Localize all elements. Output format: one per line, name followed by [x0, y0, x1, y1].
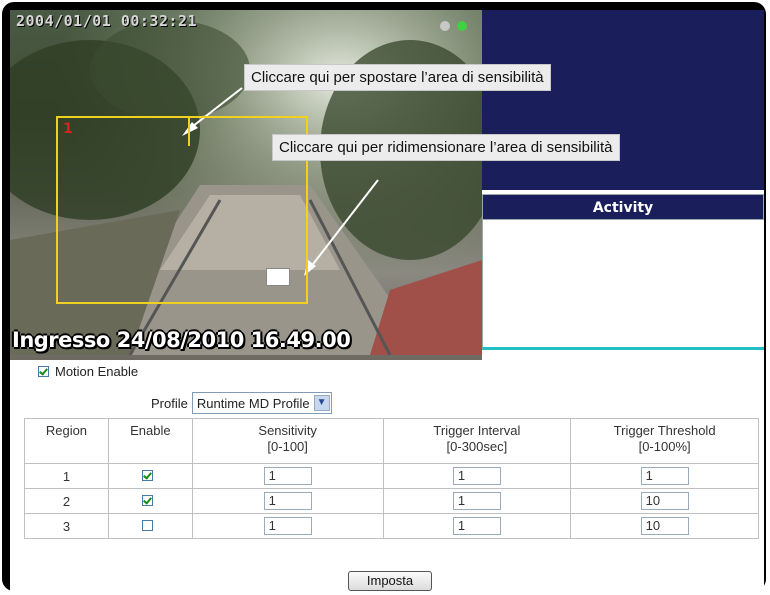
- callout-move-area: Cliccare qui per spostare l’area di sens…: [244, 64, 551, 91]
- header-sensitivity-range: [0-100]: [267, 439, 308, 454]
- status-led-gray-icon: [440, 21, 450, 31]
- table-row: 2 1 1 10: [24, 488, 759, 514]
- sensitivity-cell: 1: [191, 463, 384, 489]
- camera-timestamp: 2004/01/01 00:32:21: [16, 12, 198, 30]
- header-threshold-label: Trigger Threshold: [613, 423, 716, 438]
- trigger-threshold-input[interactable]: 1: [640, 467, 689, 485]
- status-led-green-icon: [457, 21, 468, 31]
- status-leds: [438, 16, 468, 35]
- apply-button[interactable]: Imposta: [348, 571, 432, 591]
- sensitivity-input[interactable]: 1: [263, 517, 312, 535]
- header-interval-label: Trigger Interval: [433, 423, 521, 438]
- main-panel: 2004/01/01 00:32:21 1 Ingresso 24/08/201…: [10, 10, 764, 591]
- trigger-threshold-input[interactable]: 10: [640, 517, 689, 535]
- camera-view[interactable]: 2004/01/01 00:32:21 1 Ingresso 24/08/201…: [10, 10, 482, 360]
- profile-select[interactable]: Runtime MD Profile ▼: [191, 392, 332, 414]
- trigger-interval-input[interactable]: 1: [452, 467, 501, 485]
- window-frame: 2004/01/01 00:32:21 1 Ingresso 24/08/201…: [2, 2, 766, 591]
- camera-caption: Ingresso 24/08/2010 16.49.00: [12, 328, 351, 352]
- header-sensitivity-label: Sensitivity: [258, 423, 317, 438]
- table-row: 3 1 1 10: [24, 513, 759, 539]
- header-threshold-range: [0-100%]: [638, 439, 691, 454]
- threshold-cell: 10: [570, 513, 759, 539]
- header-trigger-interval: Trigger Interval [0-300sec]: [382, 418, 572, 464]
- region-number: 1: [63, 121, 73, 137]
- region-cell: 3: [24, 513, 109, 539]
- motion-enable-row: Motion Enable: [38, 364, 138, 379]
- threshold-cell: 1: [570, 463, 759, 489]
- motion-enable-label: Motion Enable: [55, 364, 139, 379]
- callout-resize-area: Cliccare qui per ridimensionare l’area d…: [272, 134, 620, 161]
- header-trigger-threshold: Trigger Threshold [0-100%]: [570, 418, 759, 464]
- motion-enable-checkbox[interactable]: [38, 366, 49, 377]
- chevron-down-icon[interactable]: ▼: [313, 395, 330, 411]
- header-region: Region: [24, 418, 109, 464]
- region-settings-table: Region Enable Sensitivity [0-100] Trigger…: [24, 418, 759, 539]
- header-sensitivity: Sensitivity [0-100]: [191, 418, 384, 464]
- interval-cell: 1: [382, 463, 572, 489]
- profile-row: Profile Runtime MD Profile ▼: [151, 392, 332, 414]
- activity-header: Activity: [482, 194, 764, 220]
- trigger-interval-input[interactable]: 1: [452, 492, 501, 510]
- side-panel-top: [482, 10, 764, 190]
- table-header-row: Region Enable Sensitivity [0-100] Trigger…: [24, 418, 759, 464]
- region-enable-checkbox[interactable]: [141, 494, 153, 506]
- table-row: 1 1 1 1: [24, 463, 759, 489]
- threshold-cell: 10: [570, 488, 759, 514]
- sensitivity-cell: 1: [191, 513, 384, 539]
- profile-select-value: Runtime MD Profile: [196, 395, 310, 411]
- enable-cell: [107, 513, 193, 539]
- region-cell: 2: [24, 488, 109, 514]
- header-enable: Enable: [107, 418, 193, 464]
- header-interval-range: [0-300sec]: [446, 439, 508, 454]
- sensitivity-input[interactable]: 1: [263, 467, 312, 485]
- trigger-interval-input[interactable]: 1: [452, 517, 501, 535]
- region-enable-checkbox[interactable]: [141, 469, 153, 481]
- enable-cell: [107, 463, 193, 489]
- enable-cell: [107, 488, 193, 514]
- interval-cell: 1: [382, 513, 572, 539]
- region-enable-checkbox[interactable]: [141, 519, 153, 531]
- interval-cell: 1: [382, 488, 572, 514]
- region-cell: 1: [24, 463, 109, 489]
- region-resize-handle[interactable]: [266, 268, 290, 286]
- trigger-threshold-input[interactable]: 10: [640, 492, 689, 510]
- sensitivity-cell: 1: [191, 488, 384, 514]
- profile-label: Profile: [151, 395, 188, 411]
- activity-graph: [482, 220, 764, 350]
- sensitivity-input[interactable]: 1: [263, 492, 312, 510]
